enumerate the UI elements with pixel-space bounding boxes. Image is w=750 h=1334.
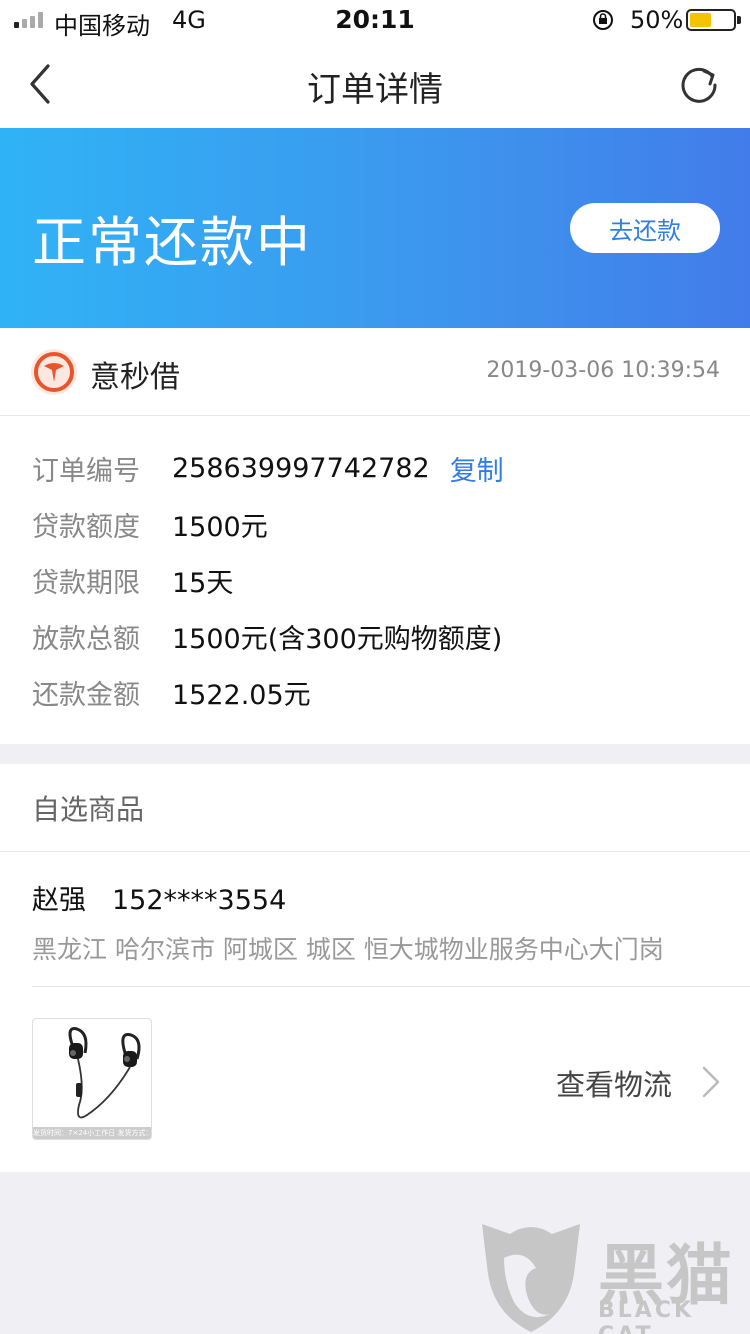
order-info: 订单编号 258639997742782 复制 贷款额度 1500元 贷款期限 … [0, 416, 750, 744]
recipient: 赵强 152****3554 [32, 878, 286, 917]
nav-bar: 订单详情 [0, 40, 750, 128]
repayment-status: 正常还款中 [32, 211, 312, 274]
page-title: 订单详情 [307, 70, 443, 110]
status-banner: 正常还款中 去还款 [0, 128, 750, 328]
cat-logo-icon [482, 1224, 580, 1332]
loan-term-value: 15天 [172, 567, 234, 599]
recipient-phone: 152****3554 [112, 885, 287, 916]
chevron-right-icon[interactable] [700, 1064, 722, 1100]
rotation-lock-icon [593, 10, 613, 30]
disbursed-value: 1500元(含300元购物额度) [172, 623, 503, 655]
loan-amount-row: 贷款额度 1500元 [32, 504, 268, 544]
loan-term-label: 贷款期限 [32, 567, 140, 599]
merchant-row: 意秒借 2019-03-06 10:39:54 [0, 328, 750, 416]
repay-amount-label: 还款金额 [32, 679, 140, 711]
status-bar: 中国移动 4G 20:11 50% [0, 0, 750, 40]
product-header: 自选商品 [32, 793, 145, 826]
merchant-logo-icon [31, 349, 77, 395]
shipping-address: 黑龙江 哈尔滨市 阿城区 城区 恒大城物业服务中心大门岗 [32, 935, 664, 964]
repay-amount-value: 1522.05元 [172, 679, 311, 711]
product-section: 自选商品 赵强 152****3554 黑龙江 哈尔滨市 阿城区 城区 恒大城物业… [0, 764, 750, 1172]
order-time: 2019-03-06 10:39:54 [486, 358, 720, 383]
divider [0, 851, 750, 852]
view-logistics-link[interactable]: 查看物流 [556, 1062, 672, 1104]
disbursed-row: 放款总额 1500元(含300元购物额度) [32, 616, 502, 656]
divider [32, 986, 750, 987]
order-number-label: 订单编号 [32, 455, 140, 487]
disbursed-label: 放款总额 [32, 623, 140, 655]
earphones-icon [68, 1027, 141, 1119]
thumbnail-caption: 发货时间：7×24小工作日 发货方式：快递 [33, 1127, 151, 1139]
battery-percent: 50% [630, 6, 684, 34]
repay-button[interactable]: 去还款 [570, 203, 720, 253]
watermark: 黑猫 BLACK CAT [476, 1218, 750, 1334]
copy-button[interactable]: 复制 [450, 449, 504, 488]
product-thumbnail[interactable]: 发货时间：7×24小工作日 发货方式：快递 [32, 1018, 152, 1140]
recipient-name: 赵强 [32, 885, 86, 916]
repay-amount-row: 还款金额 1522.05元 [32, 672, 311, 712]
loan-amount-value: 1500元 [172, 511, 268, 543]
order-number-row: 订单编号 258639997742782 复制 [32, 448, 504, 488]
order-number-value: 258639997742782 [172, 452, 430, 484]
loan-term-row: 贷款期限 15天 [32, 560, 233, 600]
merchant-name: 意秒借 [90, 360, 180, 395]
battery-icon [686, 9, 741, 31]
watermark-subtext: BLACK CAT [598, 1298, 695, 1334]
loan-amount-label: 贷款额度 [32, 511, 140, 543]
refresh-icon[interactable] [676, 62, 722, 108]
